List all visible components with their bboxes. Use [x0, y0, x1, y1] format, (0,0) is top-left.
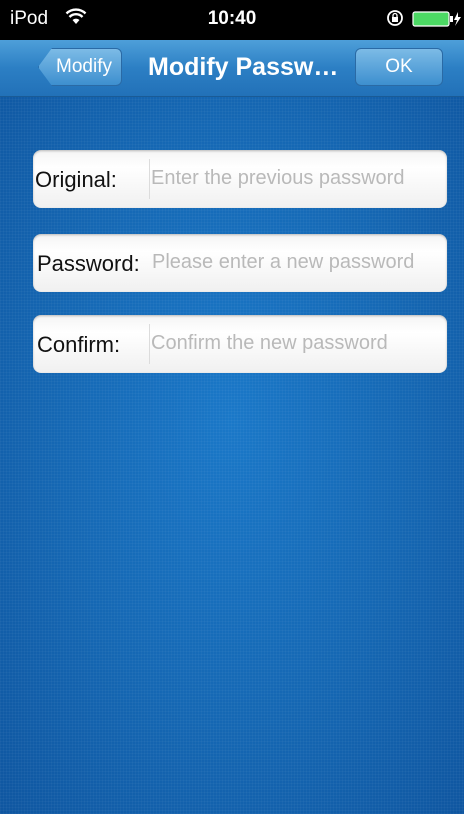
- battery-charging-icon: [412, 11, 461, 27]
- original-password-field[interactable]: Original:: [33, 150, 447, 208]
- page-title: Modify Passw…: [148, 53, 339, 81]
- original-password-input[interactable]: [149, 158, 441, 198]
- navigation-bar: Modify Modify Passw… OK: [0, 40, 464, 97]
- ok-button[interactable]: OK: [355, 48, 443, 86]
- original-password-label: Original:: [35, 167, 117, 192]
- new-password-label: Password:: [37, 251, 140, 276]
- rotation-lock-icon: [387, 10, 403, 26]
- confirm-password-field[interactable]: Confirm:: [33, 315, 447, 373]
- new-password-input[interactable]: [150, 242, 442, 282]
- confirm-password-label: Confirm:: [37, 332, 121, 357]
- status-bar: iPod 10:40: [0, 0, 464, 40]
- new-password-field[interactable]: Password:: [33, 234, 447, 292]
- confirm-password-input[interactable]: [149, 323, 441, 363]
- back-button[interactable]: Modify: [38, 48, 122, 86]
